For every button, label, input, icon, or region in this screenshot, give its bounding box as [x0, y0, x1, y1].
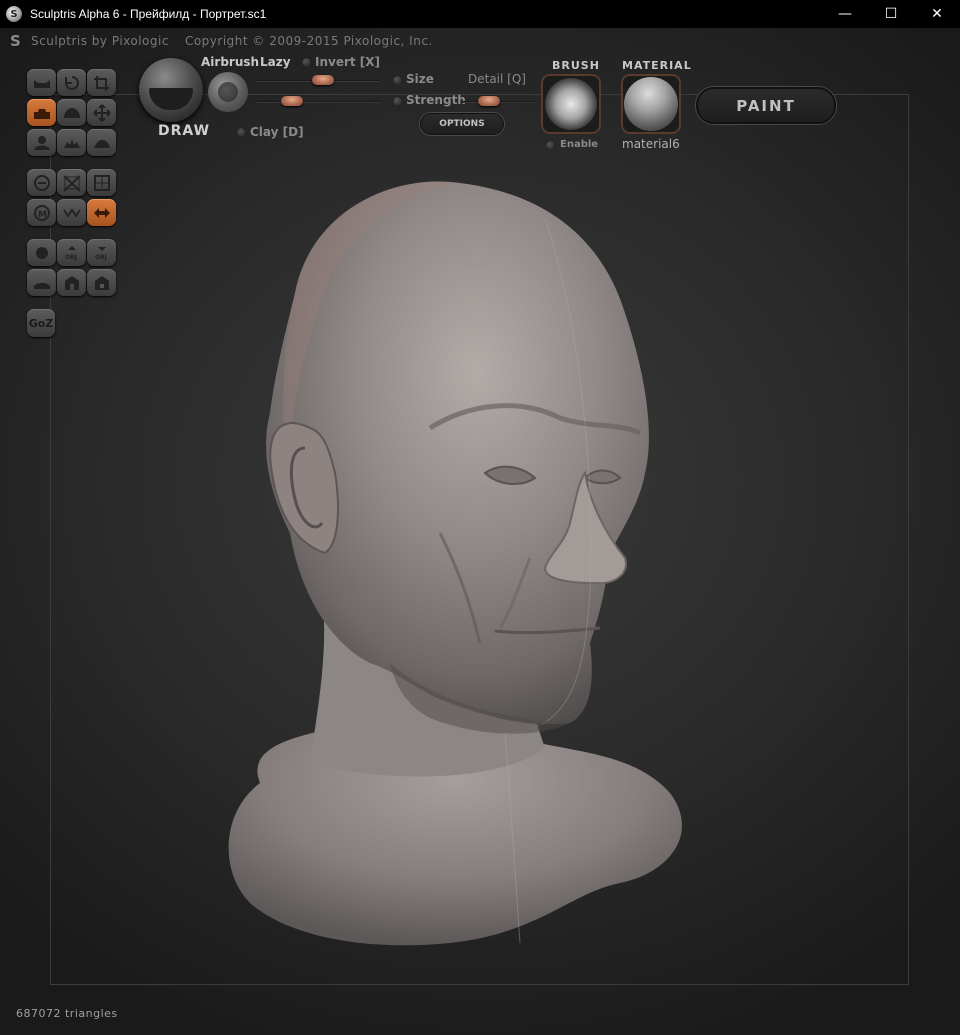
close-button[interactable]: ✕ [914, 0, 960, 28]
tool-export-obj[interactable]: OBJ [87, 239, 116, 266]
detail-slider-knob[interactable] [477, 96, 500, 106]
grid-icon [93, 174, 110, 191]
options-button[interactable]: OPTIONS [420, 113, 504, 135]
goz-label: GoZ [28, 316, 54, 330]
plane-icon [33, 282, 50, 289]
tool-mask[interactable] [57, 169, 86, 196]
sphere-icon [35, 246, 48, 259]
title-bar: S Sculptris Alpha 6 - Прейфилд - Портрет… [0, 0, 960, 28]
open-icon [64, 275, 79, 290]
import-obj-icon: OBJ [65, 245, 77, 261]
strength-slider-track[interactable] [255, 101, 380, 103]
crop-icon [93, 75, 109, 91]
rotate-icon [64, 75, 79, 90]
triangle-count: 687072 triangles [16, 1007, 118, 1020]
flatten-icon [33, 79, 50, 88]
save-icon [94, 275, 109, 290]
airbrush-label[interactable]: Airbrush [201, 55, 259, 69]
tool-smooth[interactable] [87, 129, 116, 156]
crease-icon [63, 138, 80, 148]
tool-plane[interactable] [27, 269, 56, 296]
material-sphere-icon [624, 77, 678, 131]
strength-radio[interactable] [393, 97, 402, 106]
svg-text:M: M [38, 210, 47, 220]
sculptris-logo-icon: S [10, 32, 22, 50]
detail-label[interactable]: Detail [Q] [468, 72, 526, 86]
options-label: OPTIONS [439, 119, 485, 129]
lazy-label[interactable]: Lazy [260, 55, 291, 69]
brush-enable-radio[interactable] [546, 141, 555, 150]
tool-sphere[interactable] [27, 239, 56, 266]
draw-icon [33, 108, 50, 119]
tool-wireframe[interactable] [87, 169, 116, 196]
product-name: Sculptris by Pixologic [31, 34, 169, 48]
brush-heading: BRUSH [552, 59, 600, 72]
airbrush-inner-icon [218, 82, 238, 102]
grab-icon [92, 103, 111, 122]
brush-preview-ball[interactable] [139, 58, 203, 122]
reduce-icon [33, 174, 50, 191]
mask-icon [62, 174, 81, 192]
size-label[interactable]: Size [406, 72, 434, 86]
copyright-text: Copyright © 2009-2015 Pixologic, Inc. [184, 34, 433, 48]
brush-name: DRAW [158, 123, 211, 139]
tool-reduce[interactable] [27, 169, 56, 196]
brand-line: S Sculptris by Pixologic Copyright © 200… [10, 32, 433, 50]
svg-text:OBJ: OBJ [65, 254, 77, 261]
clay-label[interactable]: Clay [D] [250, 125, 304, 139]
airbrush-toggle[interactable] [208, 72, 248, 112]
brush-texture-swatch[interactable] [541, 74, 601, 134]
material-heading: MATERIAL [622, 59, 692, 72]
tool-wire[interactable] [57, 199, 86, 226]
m-icon: M [33, 204, 50, 221]
size-slider-knob[interactable] [311, 75, 334, 85]
sculpt-model[interactable] [200, 173, 690, 953]
tool-symmetry[interactable] [87, 199, 116, 226]
tool-rotate[interactable] [57, 69, 86, 96]
tool-crop[interactable] [87, 69, 116, 96]
tool-material-m[interactable]: M [27, 199, 56, 226]
window-controls: — ☐ ✕ [822, 0, 960, 28]
material-name: material6 [622, 137, 680, 151]
material-swatch[interactable] [621, 74, 681, 134]
tool-import-obj[interactable]: OBJ [57, 239, 86, 266]
tool-open[interactable] [57, 269, 86, 296]
window-title: Sculptris Alpha 6 - Прейфилд - Портрет.s… [30, 7, 267, 21]
invert-label[interactable]: Invert [X] [315, 55, 380, 69]
brush-alpha-icon [545, 78, 597, 130]
sculptris-app-icon: S [6, 6, 22, 22]
export-obj-icon: OBJ [95, 246, 107, 261]
wave-icon [62, 207, 81, 218]
clay-radio[interactable] [237, 128, 246, 137]
tool-flatten[interactable] [27, 69, 56, 96]
tool-pinch[interactable] [27, 129, 56, 156]
paint-button[interactable]: PAINT [696, 87, 836, 124]
maximize-button[interactable]: ☐ [868, 0, 914, 28]
inflate-icon [63, 107, 80, 118]
app-canvas[interactable]: S Sculptris by Pixologic Copyright © 200… [0, 28, 960, 1035]
goz-button[interactable]: GoZ [27, 309, 55, 337]
strength-label[interactable]: Strength [406, 93, 466, 107]
lazy-slider-knob[interactable] [280, 96, 303, 106]
pinch-icon [33, 135, 50, 150]
smooth-icon [93, 139, 110, 148]
invert-radio[interactable] [302, 58, 311, 67]
minimize-button[interactable]: — [822, 0, 868, 28]
svg-text:OBJ: OBJ [95, 254, 107, 261]
tool-inflate[interactable] [57, 99, 86, 126]
tool-grab[interactable] [87, 99, 116, 126]
symmetry-icon [93, 207, 110, 218]
tool-crease[interactable] [57, 129, 86, 156]
tool-save[interactable] [87, 269, 116, 296]
tool-draw[interactable] [27, 99, 56, 126]
brush-notch-icon [149, 88, 193, 110]
size-radio[interactable] [393, 76, 402, 85]
paint-label: PAINT [736, 96, 796, 115]
brush-enable-label[interactable]: Enable [560, 139, 598, 150]
